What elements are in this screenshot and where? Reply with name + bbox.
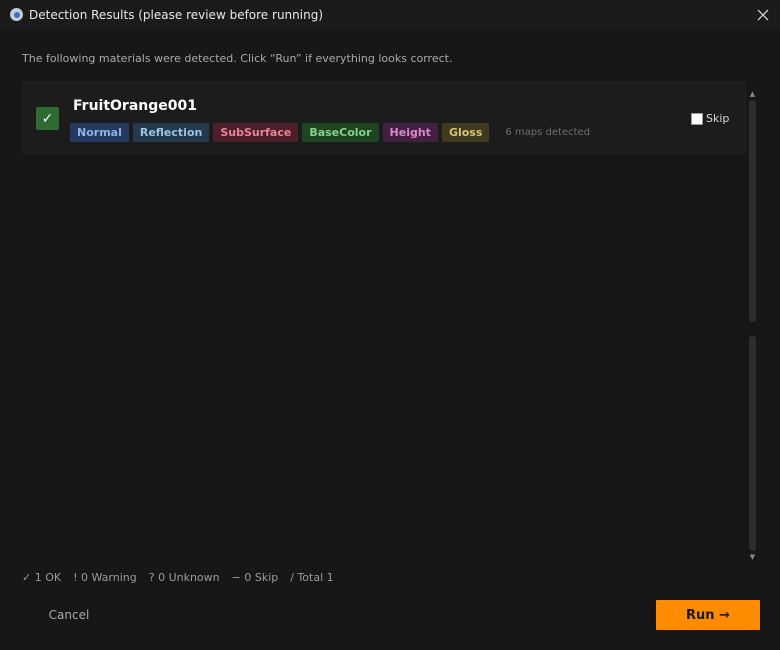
- cancel-button[interactable]: Cancel: [22, 600, 116, 630]
- instruction-text: The following materials were detected. C…: [22, 52, 453, 65]
- app-logo-icon: [10, 8, 23, 21]
- dialog-content: The following materials were detected. C…: [0, 30, 780, 650]
- material-name: FruitOrange001: [73, 98, 197, 114]
- map-tags: Normal Reflection SubSurface BaseColor H…: [70, 123, 590, 142]
- tag-normal: Normal: [70, 123, 129, 142]
- scroll-track-lower[interactable]: [749, 336, 756, 551]
- tag-gloss: Gloss: [441, 123, 490, 142]
- summary-unknown: ? 0 Unknown: [148, 571, 220, 584]
- close-button[interactable]: [746, 0, 780, 30]
- vertical-scrollbar[interactable]: ▲ ▼: [747, 88, 758, 563]
- scroll-thumb[interactable]: [749, 100, 756, 322]
- tag-subsurface: SubSurface: [213, 123, 299, 142]
- summary-total: / Total 1: [290, 571, 334, 584]
- tag-basecolor: BaseColor: [302, 123, 379, 142]
- checkmark-icon: ✓: [41, 110, 54, 127]
- summary-ok: ✓ 1 OK: [22, 571, 62, 584]
- scroll-down-icon[interactable]: ▼: [747, 551, 758, 563]
- material-card: ✓ FruitOrange001 Normal Reflection SubSu…: [22, 82, 746, 154]
- skip-checkbox[interactable]: [691, 112, 703, 125]
- scroll-track[interactable]: [749, 100, 756, 551]
- status-ok-indicator: ✓: [36, 107, 59, 130]
- summary-warning: ! 0 Warning: [73, 571, 137, 584]
- summary-skip: − 0 Skip: [231, 571, 279, 584]
- title-bar: Detection Results (please review before …: [0, 0, 780, 30]
- tag-height: Height: [382, 123, 438, 142]
- materials-list: ✓ FruitOrange001 Normal Reflection SubSu…: [22, 82, 747, 562]
- tag-reflection: Reflection: [132, 123, 210, 142]
- window-title: Detection Results (please review before …: [29, 8, 323, 22]
- status-summary: ✓ 1 OK ! 0 Warning ? 0 Unknown − 0 Skip …: [22, 571, 346, 584]
- close-icon: [757, 9, 769, 21]
- skip-label: Skip: [706, 112, 730, 125]
- run-button[interactable]: Run →: [656, 600, 760, 630]
- skip-toggle[interactable]: Skip: [691, 112, 729, 125]
- maps-detected-count: 6 maps detected: [505, 127, 591, 138]
- scroll-up-icon[interactable]: ▲: [747, 88, 758, 100]
